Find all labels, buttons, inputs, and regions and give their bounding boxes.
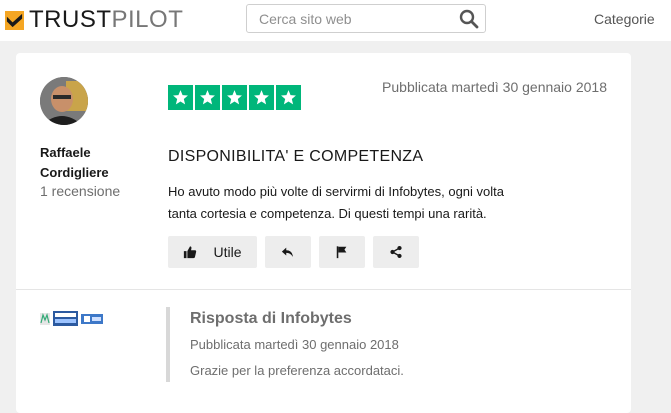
- review-actions: Utile: [168, 236, 419, 268]
- useful-label: Utile: [213, 244, 242, 260]
- search-icon[interactable]: [459, 9, 479, 29]
- logo-star-icon: [5, 10, 24, 30]
- reply-published-date: Pubblicata martedì 30 gennaio 2018: [190, 337, 399, 352]
- review-title[interactable]: DISPONIBILITA' E COMPETENZA: [168, 148, 423, 166]
- search-input[interactable]: [247, 5, 459, 32]
- reviewer-first-name: Raffaele: [40, 145, 91, 160]
- reply-icon: [281, 247, 293, 257]
- reply-button[interactable]: [265, 236, 311, 268]
- star-icon: [276, 85, 301, 110]
- star-icon: [222, 85, 247, 110]
- infobytes-logo-icon: [40, 311, 103, 326]
- thumbs-up-icon: [184, 246, 197, 259]
- star-icon: [168, 85, 193, 110]
- review-published-date: Pubblicata martedì 30 gennaio 2018: [382, 79, 607, 95]
- section-divider: [16, 289, 631, 290]
- reviewer-review-count: 1 recensione: [40, 183, 121, 199]
- star-icon: [195, 85, 220, 110]
- reply-title: Risposta di Infobytes: [190, 310, 352, 327]
- review-card: Raffaele Cordigliere 1 recensione Pubbli…: [16, 53, 631, 413]
- trustpilot-logo[interactable]: TRUSTPILOT: [5, 8, 183, 32]
- reviewer-last-name: Cordigliere: [40, 165, 109, 180]
- company-reply: Risposta di Infobytes Pubblicata martedì…: [166, 307, 490, 382]
- reviewer-avatar[interactable]: [40, 77, 88, 125]
- star-icon: [249, 85, 274, 110]
- top-navigation-bar: TRUSTPILOT Categorie: [0, 0, 671, 41]
- useful-button[interactable]: Utile: [168, 236, 257, 268]
- reply-body: Grazie per la preferenza accordataci.: [190, 363, 404, 378]
- logo-wordmark: TRUSTPILOT: [29, 8, 183, 32]
- star-rating: [168, 85, 301, 110]
- reviewer-name[interactable]: Raffaele Cordigliere: [40, 143, 150, 183]
- logo-pilot-text: PILOT: [111, 6, 184, 33]
- logo-trust-text: TRUST: [29, 6, 112, 33]
- report-button[interactable]: [319, 236, 365, 268]
- share-button[interactable]: [373, 236, 419, 268]
- share-icon: [390, 245, 402, 259]
- avatar-photo: [40, 77, 88, 125]
- flag-icon: [336, 246, 347, 259]
- review-body: Ho avuto modo più volte di servirmi di I…: [168, 184, 505, 221]
- categories-link[interactable]: Categorie: [594, 11, 655, 27]
- search-box: [246, 4, 486, 33]
